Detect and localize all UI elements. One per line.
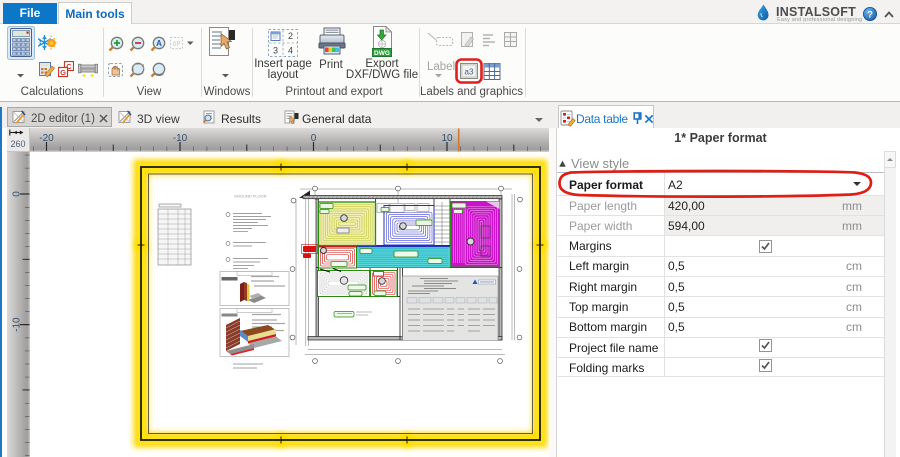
svg-text:2: 2 <box>288 31 293 41</box>
svg-text:3: 3 <box>273 46 278 56</box>
svg-text:0: 0 <box>311 133 317 144</box>
svg-text:-10: -10 <box>173 133 188 144</box>
svg-text:DWG: DWG <box>374 50 390 57</box>
svg-text:-20: -20 <box>39 133 54 144</box>
svg-text:10: 10 <box>441 133 453 144</box>
svg-text:a3: a3 <box>465 68 474 77</box>
svg-text:GROUND FLOOR: GROUND FLOOR <box>234 194 267 199</box>
svg-text:0: 0 <box>12 191 23 197</box>
svg-text:A: A <box>156 39 162 48</box>
svg-text:ΔP: ΔP <box>172 42 180 48</box>
svg-text:-10: -10 <box>12 317 23 332</box>
svg-text:G: G <box>60 68 66 77</box>
svg-text:?: ? <box>867 9 873 20</box>
svg-text:4: 4 <box>288 46 293 56</box>
